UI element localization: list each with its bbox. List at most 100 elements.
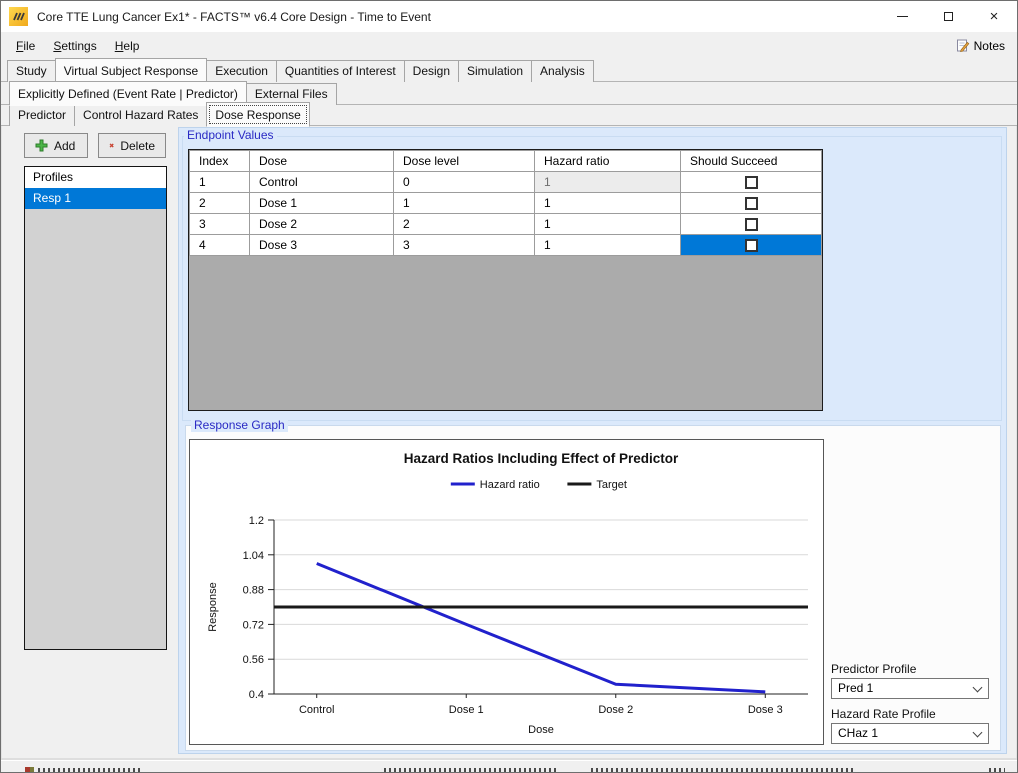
x-tick-label: Dose 3 [748,704,783,716]
menu-bar: FileSettingsHelp Notes [1,32,1017,59]
should-succeed-cell[interactable] [681,214,822,235]
red-x-icon [109,139,114,152]
y-tick-label: 0.72 [243,619,264,631]
tab-study[interactable]: Study [7,60,56,82]
should-succeed-checkbox[interactable] [745,239,758,252]
dose-level-cell[interactable]: 1 [394,193,535,214]
menu-file[interactable]: File [7,35,44,57]
should-succeed-cell[interactable] [681,193,822,214]
y-axis-title: Response [207,582,219,632]
y-tick-label: 0.4 [249,689,264,701]
hazard-rate-profile-label: Hazard Rate Profile [831,707,936,721]
hazard-ratio-cell[interactable]: 1 [535,172,681,193]
window-title: Core TTE Lung Cancer Ex1* - FACTS™ v6.4 … [37,10,431,24]
tab-quantities-of-interest[interactable]: Quantities of Interest [276,60,405,82]
app-window: Core TTE Lung Cancer Ex1* - FACTS™ v6.4 … [0,0,1018,773]
endpoint-values-table: IndexDoseDose levelHazard ratioShould Su… [189,150,822,256]
window-controls: × [879,1,1017,32]
should-succeed-cell[interactable] [681,172,822,193]
index-cell[interactable]: 2 [190,193,250,214]
column-header-index[interactable]: Index [190,151,250,172]
hazard-rate-profile-value: CHaz 1 [838,726,878,740]
chevron-down-icon [973,683,983,693]
y-tick-label: 0.88 [243,585,264,597]
minimize-icon [897,16,908,17]
status-bar [1,760,1017,772]
menu-help[interactable]: Help [106,35,149,57]
main-tab-strip: StudyVirtual Subject ResponseExecutionQu… [1,59,1017,82]
x-tick-label: Dose 2 [598,704,633,716]
index-cell[interactable]: 1 [190,172,250,193]
response-chart: 0.40.560.720.881.041.2ControlDose 1Dose … [190,440,823,744]
dose-level-cell[interactable]: 3 [394,235,535,256]
tab-simulation[interactable]: Simulation [458,60,532,82]
x-axis-title: Dose [528,724,554,736]
response-tab-strip: Explicitly Defined (Event Rate | Predict… [1,82,1017,105]
y-tick-label: 1.04 [243,550,264,562]
response-chart-box: 0.40.560.720.881.041.2ControlDose 1Dose … [189,439,824,745]
dose-level-cell[interactable]: 2 [394,214,535,235]
chevron-down-icon [973,728,983,738]
index-cell[interactable]: 4 [190,235,250,256]
notes-button[interactable]: Notes [949,36,1011,55]
response-graph-groupbox: 0.40.560.720.881.041.2ControlDose 1Dose … [185,425,1001,751]
predictor-profile-select[interactable]: Pred 1 [831,678,989,699]
dose-response-page: Add Delete Profiles Resp 1 Endpoint Valu… [1,126,1017,761]
tab-design[interactable]: Design [404,60,459,82]
status-icon [25,767,34,772]
tab-virtual-subject-response[interactable]: Virtual Subject Response [55,58,208,83]
column-header-dose[interactable]: Dose [250,151,394,172]
endpoint-values-label: Endpoint Values [184,128,277,142]
status-text-clipped [591,768,855,772]
table-header-row: IndexDoseDose levelHazard ratioShould Su… [190,151,822,172]
maximize-button[interactable] [925,1,971,32]
profile-item-resp-1[interactable]: Resp 1 [25,188,166,209]
should-succeed-checkbox[interactable] [745,197,758,210]
green-plus-icon [35,139,48,152]
dose-cell[interactable]: Dose 1 [250,193,394,214]
index-cell[interactable]: 3 [190,214,250,235]
should-succeed-checkbox[interactable] [745,176,758,189]
hazard-ratio-cell[interactable]: 1 [535,235,681,256]
table-row: 4Dose 331 [190,235,822,256]
x-tick-label: Control [299,704,334,716]
add-button-label: Add [54,139,75,153]
delete-button[interactable]: Delete [98,133,166,158]
add-button[interactable]: Add [24,133,88,158]
note-pencil-icon [955,38,970,53]
should-succeed-checkbox[interactable] [745,218,758,231]
column-header-should-succeed[interactable]: Should Succeed [681,151,822,172]
column-header-hazard-ratio[interactable]: Hazard ratio [535,151,681,172]
subsubtab-dose-response[interactable]: Dose Response [206,102,309,127]
dose-cell[interactable]: Control [250,172,394,193]
subsubtab-predictor[interactable]: Predictor [9,104,75,126]
response-graph-label: Response Graph [191,418,288,432]
endpoint-values-grid: IndexDoseDose levelHazard ratioShould Su… [188,149,823,411]
tab-analysis[interactable]: Analysis [531,60,594,82]
dose-cell[interactable]: Dose 2 [250,214,394,235]
dose-level-cell[interactable]: 0 [394,172,535,193]
status-text-clipped [989,768,1005,772]
tab-execution[interactable]: Execution [206,60,277,82]
profiles-list[interactable]: Profiles Resp 1 [24,166,167,650]
hazard-ratio-cell[interactable]: 1 [535,193,681,214]
x-tick-label: Dose 1 [449,704,484,716]
profiles-list-header: Profiles [25,167,166,188]
minimize-button[interactable] [879,1,925,32]
title-bar: Core TTE Lung Cancer Ex1* - FACTS™ v6.4 … [1,1,1017,32]
column-header-dose-level[interactable]: Dose level [394,151,535,172]
subsubtab-control-hazard-rates[interactable]: Control Hazard Rates [74,104,207,126]
hazard-ratio-line [317,564,766,692]
notes-label: Notes [974,39,1005,53]
menu-settings[interactable]: Settings [44,35,105,57]
dose-tab-strip: PredictorControl Hazard RatesDose Respon… [1,105,1017,126]
predictor-profile-label: Predictor Profile [831,662,916,676]
close-button[interactable]: × [971,1,1017,32]
y-tick-label: 1.2 [249,515,264,527]
chart-title: Hazard Ratios Including Effect of Predic… [404,451,679,466]
dose-cell[interactable]: Dose 3 [250,235,394,256]
table-row: 3Dose 221 [190,214,822,235]
hazard-ratio-cell[interactable]: 1 [535,214,681,235]
hazard-rate-profile-select[interactable]: CHaz 1 [831,723,989,744]
should-succeed-cell[interactable] [681,235,822,256]
